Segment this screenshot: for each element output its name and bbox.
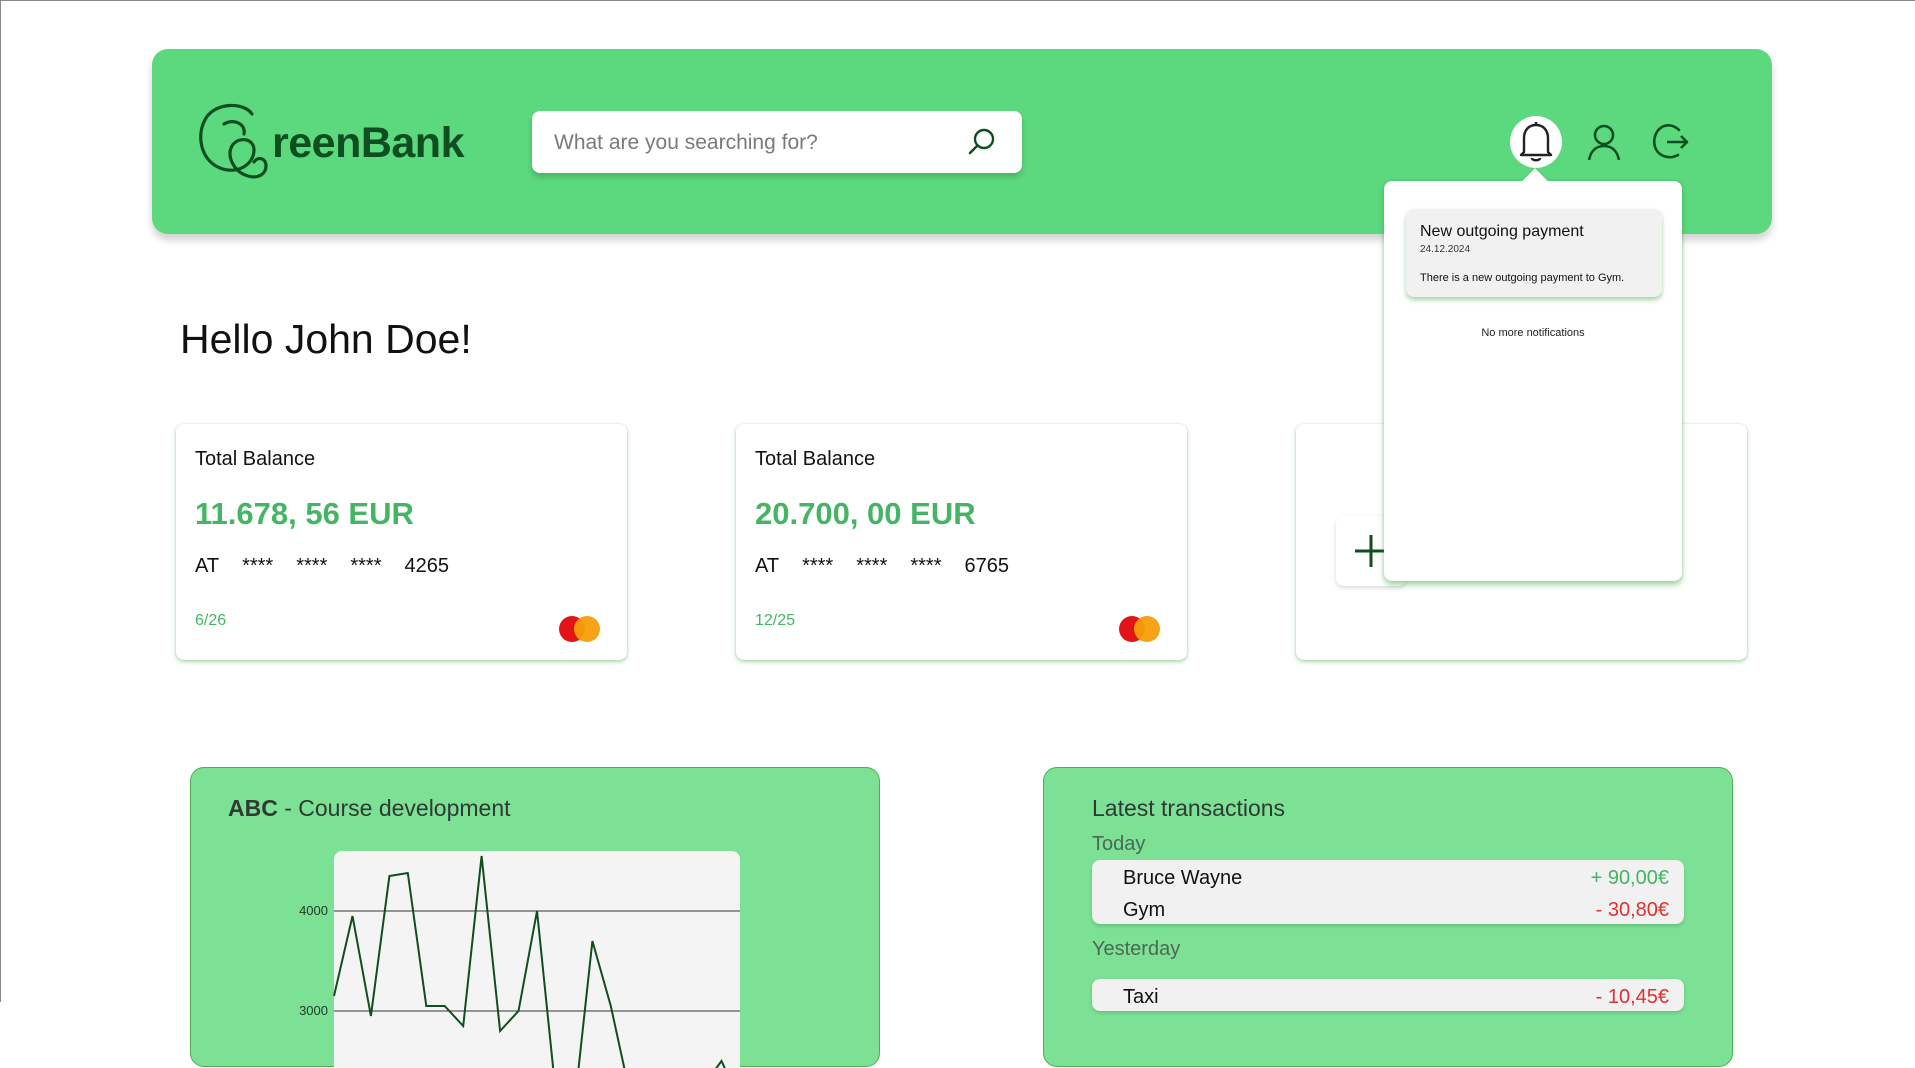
- logout-button[interactable]: [1645, 116, 1697, 168]
- user-icon: [1587, 124, 1621, 161]
- notification-body: There is a new outgoing payment to Gym.: [1420, 272, 1625, 284]
- chart-y-tick-label: 3000: [299, 1003, 328, 1018]
- mastercard-icon: [1119, 616, 1161, 642]
- transactions-yesterday-list: Taxi - 10,45€: [1092, 979, 1684, 1011]
- search-bar: [532, 111, 1022, 175]
- transactions-title: Latest transactions: [1092, 795, 1286, 821]
- notifications-dropdown: New outgoing payment 24.12.2024 There is…: [1384, 168, 1682, 581]
- search-input[interactable]: [552, 111, 956, 175]
- chart-y-tick-label: 4000: [299, 903, 328, 918]
- card-number: AT **** **** **** 6765: [755, 555, 1032, 578]
- bell-icon: [1519, 122, 1553, 162]
- profile-button[interactable]: [1578, 116, 1630, 168]
- group-label-today: Today: [1092, 833, 1146, 855]
- card-balance: 20.700, 00 EUR: [755, 496, 976, 531]
- card-number-part: ****: [296, 555, 328, 577]
- transaction-row[interactable]: Gym - 30,80€: [1092, 892, 1684, 924]
- account-card[interactable]: Total Balance 11.678, 56 EUR AT **** ***…: [176, 424, 627, 660]
- brand-logo[interactable]: reenBank: [194, 99, 464, 187]
- card-label: Total Balance: [195, 448, 316, 470]
- transaction-amount: + 90,00€: [1590, 867, 1669, 889]
- chart-plot-area: [334, 851, 740, 1068]
- brand-name: reenBank: [272, 118, 464, 167]
- notifications-button[interactable]: [1510, 116, 1562, 168]
- card-number-part: 4265: [404, 555, 450, 577]
- notification-title: New outgoing payment: [1420, 223, 1584, 240]
- transactions-panel: Latest transactions Today Bruce Wayne + …: [1043, 767, 1733, 1067]
- search-icon[interactable]: [966, 126, 998, 163]
- transactions-today-list: Bruce Wayne + 90,00€ Gym - 30,80€: [1092, 860, 1684, 924]
- transaction-name: Bruce Wayne: [1123, 867, 1243, 889]
- transaction-name: Taxi: [1123, 986, 1159, 1008]
- greeting-title: Hello John Doe!: [180, 316, 472, 362]
- card-number-part: ****: [856, 555, 888, 577]
- card-number-part: AT: [755, 555, 780, 577]
- card-number-part: ****: [802, 555, 834, 577]
- card-number-part: ****: [242, 555, 274, 577]
- transaction-amount: - 10,45€: [1595, 986, 1669, 1008]
- logout-icon: [1652, 124, 1689, 159]
- transaction-name: Gym: [1123, 899, 1166, 921]
- card-number-part: 6765: [964, 555, 1010, 577]
- card-expiry: 6/26: [195, 612, 227, 629]
- transaction-row[interactable]: Taxi - 10,45€: [1092, 979, 1684, 1011]
- logo-g-icon: [199, 103, 268, 179]
- notification-date: 24.12.2024: [1420, 244, 1471, 255]
- card-number-part: ****: [350, 555, 382, 577]
- card-label: Total Balance: [755, 448, 876, 470]
- transaction-amount: - 30,80€: [1595, 899, 1669, 921]
- card-number: AT **** **** **** 4265: [195, 555, 472, 578]
- card-number-part: AT: [195, 555, 220, 577]
- card-expiry: 12/25: [755, 612, 796, 629]
- course-panel: ABC - Course development 4000 3000: [190, 767, 880, 1068]
- card-balance: 11.678, 56 EUR: [195, 496, 414, 531]
- notification-item[interactable]: New outgoing payment 24.12.2024 There is…: [1406, 209, 1662, 297]
- group-label-yesterday: Yesterday: [1092, 938, 1181, 960]
- card-number-part: ****: [910, 555, 942, 577]
- account-card[interactable]: Total Balance 20.700, 00 EUR AT **** ***…: [736, 424, 1187, 660]
- mastercard-icon: [559, 616, 601, 642]
- transaction-row[interactable]: Bruce Wayne + 90,00€: [1092, 860, 1684, 892]
- course-chart: 4000 3000: [299, 851, 740, 1068]
- no-more-notifications: No more notifications: [1481, 327, 1585, 339]
